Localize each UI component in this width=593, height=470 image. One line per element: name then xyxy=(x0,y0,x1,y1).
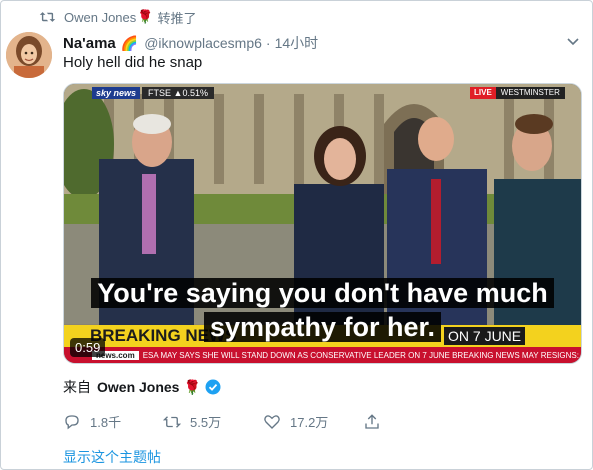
avatar[interactable] xyxy=(6,32,52,78)
retweet-button[interactable]: 5.5万 xyxy=(163,412,263,431)
subtitle-line-1: You're saying you don't have much xyxy=(64,277,581,309)
source-name[interactable]: Owen Jones xyxy=(97,379,179,395)
rose-emoji: 🌹 xyxy=(183,378,201,395)
retweeter-name[interactable]: Owen Jones xyxy=(64,10,136,25)
news-ticker: news.com ESA MAY SAYS SHE WILL STAND DOWN… xyxy=(64,347,581,363)
live-badge: LIVE WESTMINSTER xyxy=(470,87,565,99)
tweet-timestamp[interactable]: 14小时 xyxy=(275,33,319,53)
live-label: LIVE xyxy=(470,87,496,99)
video-player[interactable]: sky news FTSE ▲0.51% LIVE WESTMINSTER BR… xyxy=(63,83,582,364)
show-thread-link[interactable]: 显示这个主题帖 xyxy=(63,447,161,467)
retweet-count: 5.5万 xyxy=(190,415,222,430)
location-label: WESTMINSTER xyxy=(495,87,565,99)
rainbow-emoji: 🌈 xyxy=(120,34,139,51)
channel-bar: sky news FTSE ▲0.51% xyxy=(92,87,214,99)
retweet-icon xyxy=(163,415,181,428)
action-bar: 1.8千 5.5万 17.2万 xyxy=(63,412,390,431)
share-button[interactable] xyxy=(363,413,390,431)
like-count: 17.2万 xyxy=(290,415,329,430)
ticker-index: FTSE ▲0.51% xyxy=(142,87,214,99)
retweet-context: Owen Jones 🌹 转推了 xyxy=(39,8,196,26)
source-line: 来自 Owen Jones 🌹 xyxy=(63,377,221,397)
author-handle[interactable]: @iknowplacesmp6 xyxy=(144,35,262,51)
subtitle-line-2: sympathy for her. xyxy=(64,311,581,343)
like-button[interactable]: 17.2万 xyxy=(263,412,363,431)
author-name[interactable]: Na'ama xyxy=(63,35,116,52)
video-duration: 0:59 xyxy=(70,338,106,357)
tweet-header: Na'ama 🌈 @iknowplacesmp6 · 14小时 xyxy=(63,33,318,53)
retweet-action-label: 转推了 xyxy=(157,10,197,26)
heart-icon xyxy=(264,414,280,429)
rose-emoji: 🌹 xyxy=(137,9,154,24)
ticker-text: ESA MAY SAYS SHE WILL STAND DOWN AS CONS… xyxy=(142,351,581,360)
source-label: 来自 xyxy=(63,379,91,395)
chevron-down-icon[interactable] xyxy=(566,36,580,48)
share-icon xyxy=(365,413,379,429)
tweet-text: Holy hell did he snap xyxy=(63,54,203,71)
reply-count: 1.8千 xyxy=(90,415,122,430)
channel-logo: sky news xyxy=(92,87,141,99)
verified-badge-icon xyxy=(205,379,221,395)
separator: · xyxy=(265,35,271,51)
reply-button[interactable]: 1.8千 xyxy=(63,412,163,431)
reply-icon xyxy=(65,414,79,429)
retweet-icon xyxy=(39,12,56,22)
